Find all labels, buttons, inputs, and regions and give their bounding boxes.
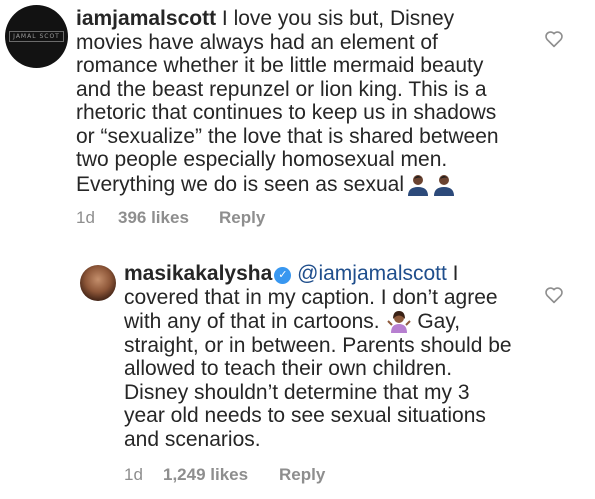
- comment-text: I love you sis but, Disney movies have a…: [76, 7, 499, 196]
- username[interactable]: masikakalysha: [124, 262, 272, 285]
- likes-count[interactable]: 1,249 likes: [163, 465, 248, 485]
- person-icon: [434, 174, 455, 196]
- timestamp: 1d: [76, 208, 95, 227]
- avatar[interactable]: [80, 265, 116, 301]
- comment-body: masikakalysha ✓ @iamjamalscott I covered …: [124, 262, 544, 451]
- username[interactable]: iamjamalscott: [76, 7, 216, 30]
- comment-body: iamjamalscott I love you sis but, Disney…: [76, 7, 546, 196]
- verified-badge-icon: ✓: [274, 267, 292, 284]
- heart-icon[interactable]: [544, 30, 564, 48]
- timestamp: 1d: [124, 465, 143, 484]
- person-icon: [408, 174, 429, 196]
- mention-link[interactable]: @iamjamalscott: [297, 262, 447, 285]
- reply-button[interactable]: Reply: [219, 208, 265, 228]
- woman-shrugging-icon: [387, 311, 412, 333]
- avatar[interactable]: JAMAL SCOT: [5, 5, 68, 68]
- heart-icon[interactable]: [544, 286, 564, 304]
- likes-count[interactable]: 396 likes: [118, 208, 189, 228]
- reply-button[interactable]: Reply: [279, 465, 325, 485]
- avatar-logo-text: JAMAL SCOT: [9, 31, 64, 42]
